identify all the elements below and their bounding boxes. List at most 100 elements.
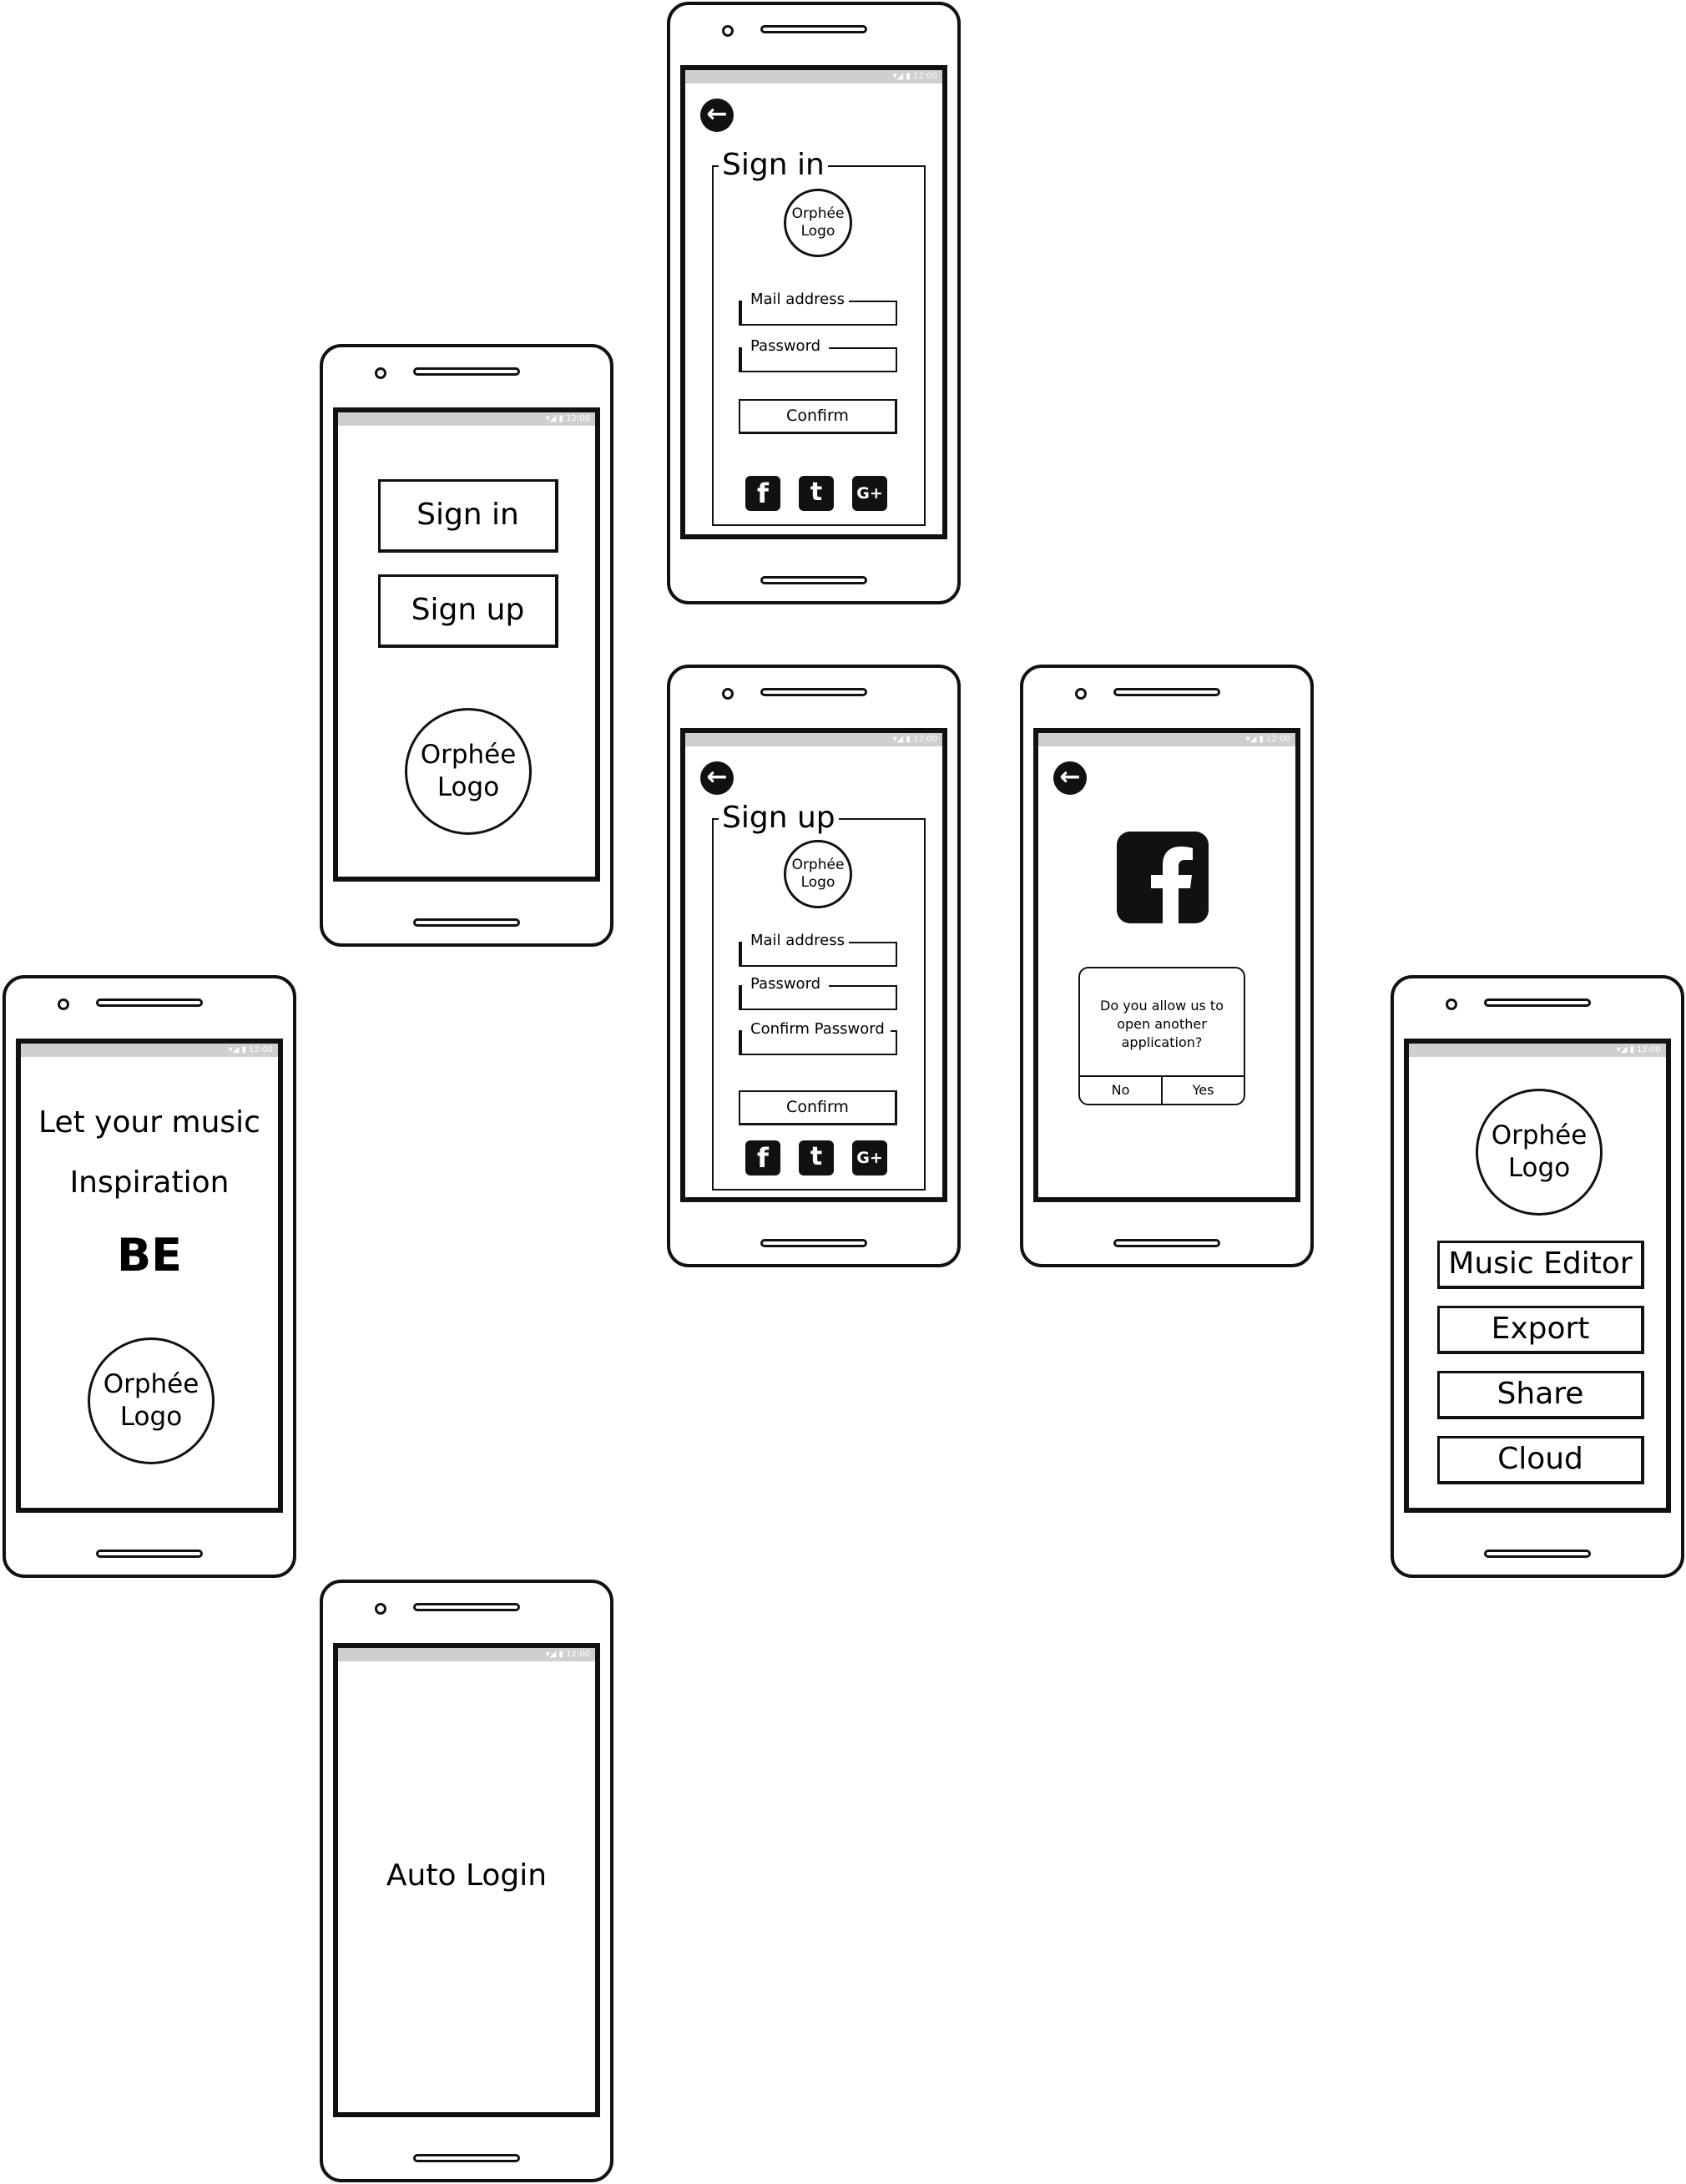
- field-top-line: [829, 985, 897, 987]
- sign-up-button[interactable]: Sign up: [378, 574, 558, 648]
- password-label: Password: [749, 337, 823, 356]
- sign-in-screen: ▾◢ ▮ 12:00 ← Sign in Orphée Logo Mail ad…: [680, 65, 947, 539]
- facebook-icon[interactable]: f: [745, 1140, 780, 1175]
- speaker-grille: [760, 25, 867, 33]
- google-plus-icon[interactable]: G+: [852, 476, 887, 511]
- orphee-logo: Orphée Logo: [405, 708, 532, 835]
- camera-icon: [722, 25, 734, 37]
- export-button[interactable]: Export: [1437, 1306, 1644, 1354]
- phone-sign-in: ▾◢ ▮ 12:00 ← Sign in Orphée Logo Mail ad…: [667, 2, 961, 604]
- status-bar: ▾◢ ▮ 12:00: [338, 412, 595, 426]
- cloud-button[interactable]: Cloud: [1437, 1436, 1644, 1484]
- status-bar: ▾◢ ▮ 12:00: [685, 70, 942, 83]
- status-bar: ▾◢ ▮ 12:00: [1409, 1044, 1666, 1057]
- orphee-logo: Orphée Logo: [784, 189, 852, 257]
- confirm-button[interactable]: Confirm: [739, 399, 897, 434]
- field-top-line: [849, 942, 897, 943]
- home-button: [96, 1550, 203, 1558]
- splash-line-3: BE: [116, 1229, 183, 1282]
- dialog-line-2: open another: [1117, 1016, 1207, 1032]
- back-arrow-icon[interactable]: ←: [700, 99, 734, 132]
- dialog-line-1: Do you allow us to: [1100, 998, 1224, 1014]
- back-arrow-icon[interactable]: ←: [700, 761, 734, 795]
- sign-in-title: Sign in: [719, 149, 828, 182]
- logo-line-1: Orphée: [1491, 1120, 1588, 1151]
- speaker-grille: [413, 1603, 520, 1611]
- yes-button[interactable]: Yes: [1163, 1077, 1244, 1104]
- google-plus-icon[interactable]: G+: [852, 1140, 887, 1175]
- logo-line-1: Orphée: [791, 856, 845, 873]
- auth-choice-screen: ▾◢ ▮ 12:00 Sign in Sign up Orphée Logo: [333, 407, 600, 882]
- splash-line-2: Inspiration: [69, 1165, 230, 1200]
- twitter-icon[interactable]: t: [799, 1140, 834, 1175]
- orphee-logo: Orphée Logo: [1476, 1089, 1603, 1216]
- home-button: [1484, 1550, 1591, 1558]
- speaker-grille: [96, 998, 203, 1007]
- mail-address-label: Mail address: [749, 291, 847, 309]
- password-field[interactable]: Password: [739, 975, 897, 1010]
- speaker-grille: [413, 367, 520, 376]
- logo-line-2: Logo: [119, 1402, 183, 1432]
- logo-line-2: Logo: [1507, 1153, 1571, 1183]
- home-button: [760, 1239, 867, 1247]
- camera-icon: [58, 998, 69, 1010]
- facebook-f-glyph: [1151, 847, 1193, 923]
- facebook-icon[interactable]: f: [745, 476, 780, 511]
- field-top-line: [829, 347, 897, 349]
- orphee-logo: Orphée Logo: [88, 1337, 215, 1464]
- field-top-line: [849, 301, 897, 302]
- home-button: [1113, 1239, 1220, 1247]
- confirm-password-label: Confirm Password: [749, 1020, 886, 1039]
- dialog-line-3: application?: [1121, 1034, 1203, 1050]
- sign-up-screen: ▾◢ ▮ 12:00 ← Sign up Orphée Logo Mail ad…: [680, 728, 947, 1202]
- no-button[interactable]: No: [1080, 1077, 1163, 1104]
- logo-line-2: Logo: [800, 223, 835, 240]
- twitter-icon[interactable]: t: [799, 476, 834, 511]
- splash-line-1: Let your music: [38, 1105, 260, 1140]
- phone-sign-up: ▾◢ ▮ 12:00 ← Sign up Orphée Logo Mail ad…: [667, 665, 961, 1267]
- home-button: [413, 2154, 520, 2162]
- status-bar: ▾◢ ▮ 12:00: [1038, 733, 1295, 746]
- speaker-grille: [1113, 688, 1220, 696]
- sign-up-form: Sign up Orphée Logo Mail address Passwor…: [712, 801, 926, 1191]
- sign-up-title: Sign up: [719, 801, 839, 835]
- mail-address-label: Mail address: [749, 932, 847, 950]
- home-screen: ▾◢ ▮ 12:00 Orphée Logo Music Editor Expo…: [1404, 1039, 1671, 1513]
- camera-icon: [1446, 998, 1457, 1010]
- phone-auto-login: ▾◢ ▮ 12:00 Auto Login: [320, 1580, 613, 2182]
- splash-screen: ▾◢ ▮ 12:00 Let your music Inspiration BE…: [16, 1039, 283, 1513]
- dialog-message: Do you allow us to open another applicat…: [1080, 997, 1244, 1052]
- camera-icon: [722, 688, 734, 700]
- confirm-button[interactable]: Confirm: [739, 1090, 897, 1125]
- logo-line-2: Logo: [437, 772, 500, 802]
- phone-facebook-permission: ▾◢ ▮ 12:00 ← Do you allow us to open ano…: [1020, 665, 1314, 1267]
- status-bar: ▾◢ ▮ 12:00: [338, 1648, 595, 1661]
- phone-splash: ▾◢ ▮ 12:00 Let your music Inspiration BE…: [3, 975, 296, 1578]
- music-editor-button[interactable]: Music Editor: [1437, 1241, 1644, 1289]
- orphee-logo: Orphée Logo: [784, 840, 852, 908]
- facebook-screen: ▾◢ ▮ 12:00 ← Do you allow us to open ano…: [1033, 728, 1300, 1202]
- auto-login-screen: ▾◢ ▮ 12:00 Auto Login: [333, 1643, 600, 2117]
- permission-dialog: Do you allow us to open another applicat…: [1078, 967, 1245, 1105]
- mail-address-field[interactable]: Mail address: [739, 932, 897, 967]
- field-top-line: [891, 1030, 897, 1032]
- mail-address-field[interactable]: Mail address: [739, 291, 897, 326]
- share-button[interactable]: Share: [1437, 1371, 1644, 1419]
- camera-icon: [1075, 688, 1087, 700]
- logo-line-1: Orphée: [791, 205, 845, 222]
- password-field[interactable]: Password: [739, 337, 897, 372]
- speaker-grille: [1484, 998, 1591, 1007]
- facebook-logo-icon: [1117, 832, 1209, 923]
- camera-icon: [375, 1603, 386, 1615]
- sign-in-button[interactable]: Sign in: [378, 479, 558, 553]
- logo-line-2: Logo: [800, 874, 835, 891]
- home-button: [760, 576, 867, 584]
- camera-icon: [375, 367, 386, 379]
- phone-home-menu: ▾◢ ▮ 12:00 Orphée Logo Music Editor Expo…: [1391, 975, 1684, 1578]
- back-arrow-icon[interactable]: ←: [1053, 761, 1087, 795]
- status-bar: ▾◢ ▮ 12:00: [685, 733, 942, 746]
- confirm-password-field[interactable]: Confirm Password: [739, 1020, 897, 1055]
- home-button: [413, 918, 520, 927]
- status-bar: ▾◢ ▮ 12:00: [21, 1044, 278, 1057]
- speaker-grille: [760, 688, 867, 696]
